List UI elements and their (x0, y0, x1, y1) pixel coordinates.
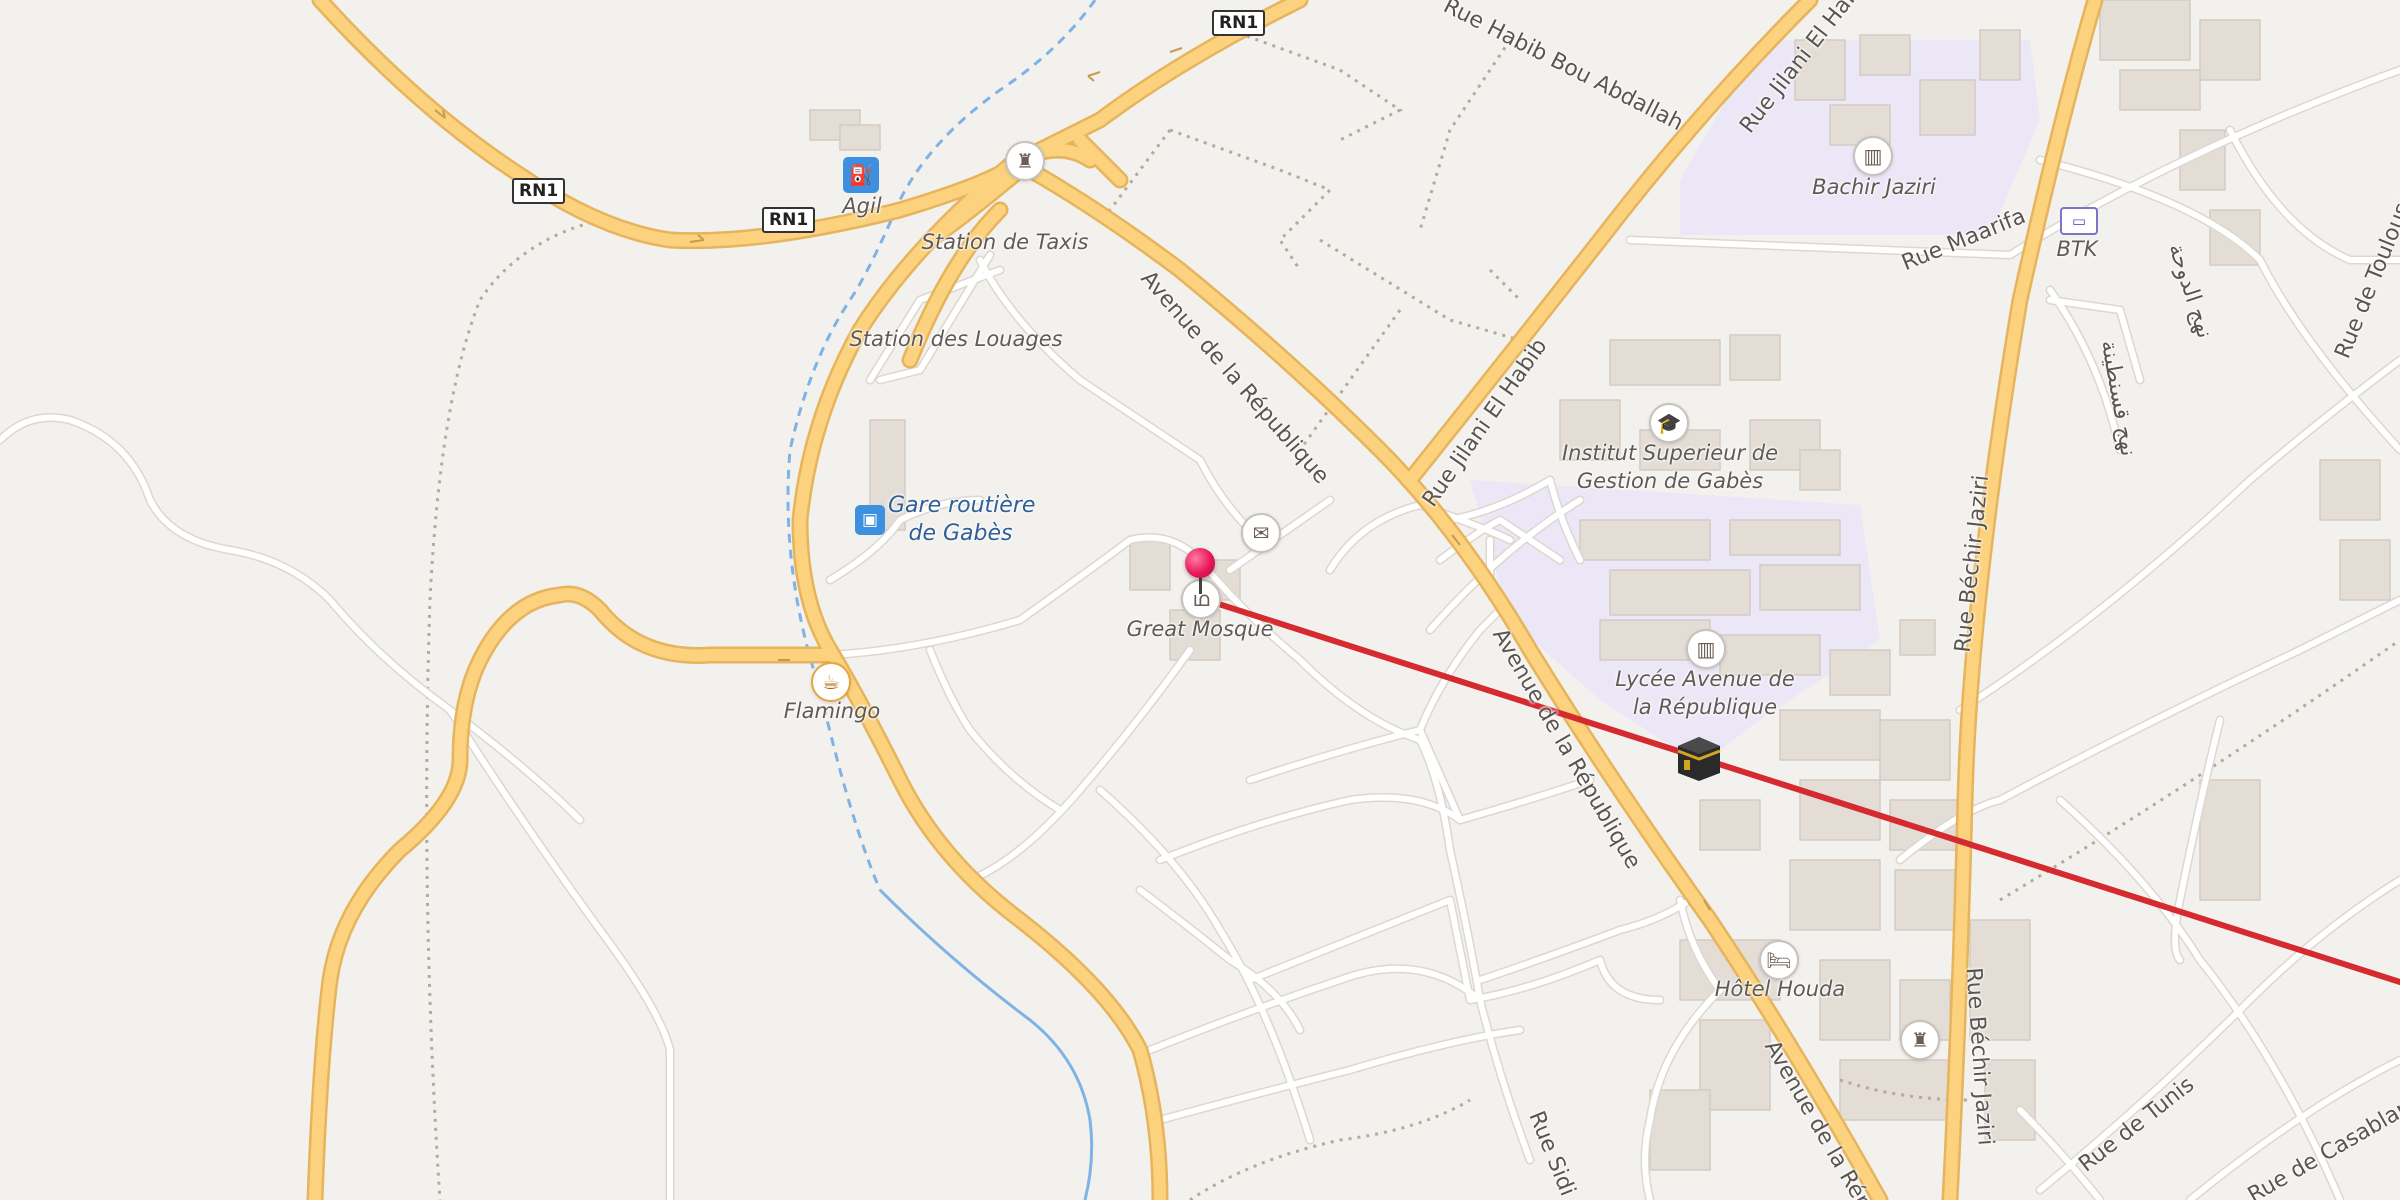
poi-label-lycee-line1[interactable]: Lycée Avenue de (1590, 665, 1820, 693)
poi-label-institut-line2[interactable]: Gestion de Gabès (1540, 467, 1800, 495)
bus-icon[interactable]: ▣ (855, 505, 885, 535)
monument-icon[interactable]: ♜ (1900, 1020, 1940, 1060)
envelope-icon[interactable]: ✉ (1241, 513, 1281, 553)
school-icon[interactable]: ▥ (1853, 136, 1893, 176)
poi-label-bachir-jaziri[interactable]: Bachir Jaziri (1790, 173, 1958, 201)
monument-icon[interactable]: ♜ (1005, 141, 1045, 181)
poi-label-station-taxis[interactable]: Station de Taxis (910, 228, 1100, 256)
kaaba-icon-shape (1677, 737, 1721, 781)
poi-label-institut-line1[interactable]: Institut Superieur de (1540, 439, 1800, 467)
kaaba-icon[interactable] (1674, 733, 1724, 783)
poi-label-great-mosque[interactable]: Great Mosque (1110, 615, 1290, 643)
waterway-stream (878, 888, 1094, 1200)
bed-icon[interactable]: 🛏 (1759, 940, 1799, 980)
fuel-pump-icon[interactable]: ⛽ (843, 157, 879, 193)
school-icon[interactable]: ▥ (1686, 629, 1726, 669)
poi-label-lycee-line2[interactable]: la République (1590, 693, 1820, 721)
map-canvas[interactable]: RN1 RN1 RN1 Rue Habib Bou Abdallah Rue J… (0, 0, 2400, 1200)
poi-label-gare-routiere-line1[interactable]: Gare routière (888, 492, 1035, 520)
route-shield-rn1: RN1 (762, 207, 816, 233)
poi-label-btk[interactable]: BTK (2045, 235, 2109, 263)
oneway-arrows (434, 47, 1711, 911)
coffee-cup-icon[interactable]: ☕ (811, 662, 851, 702)
poi-label-gare-routiere-line2[interactable]: de Gabès (888, 520, 1033, 548)
poi-label-agil[interactable]: Agil (826, 192, 898, 220)
route-shield-rn1: RN1 (1212, 10, 1266, 36)
poi-label-flamingo[interactable]: Flamingo (770, 697, 894, 725)
poi-label-station-louages[interactable]: Station des Louages (845, 325, 1067, 353)
bank-note-icon[interactable]: ▭ (2060, 207, 2098, 235)
poi-label-hotel-houda[interactable]: Hôtel Houda (1700, 975, 1860, 1003)
location-pin-icon[interactable] (1185, 548, 1215, 578)
graduation-cap-icon[interactable]: 🎓 (1649, 403, 1689, 443)
route-shield-rn1: RN1 (512, 178, 566, 204)
